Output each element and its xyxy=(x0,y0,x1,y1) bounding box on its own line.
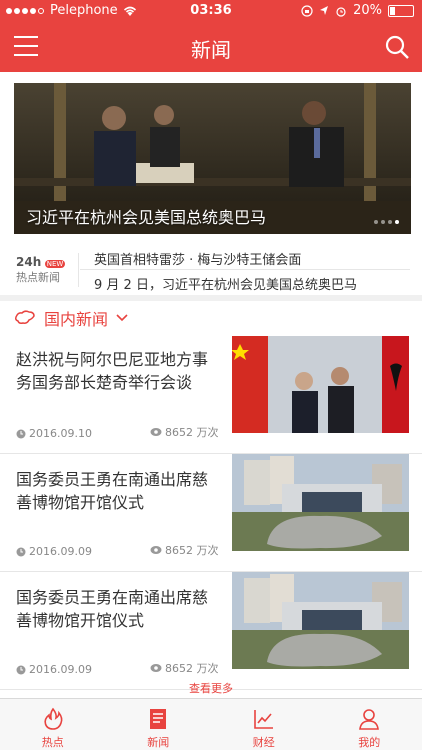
location-icon xyxy=(320,5,329,15)
news-date-text: 2016.09.09 xyxy=(29,663,92,676)
divider xyxy=(80,269,410,270)
carousel-indicator xyxy=(374,220,399,224)
hot-news-badge: 24h NEW 热点新闻 xyxy=(16,255,66,285)
carousel-dot xyxy=(388,220,392,224)
battery-percent: 20% xyxy=(353,3,382,18)
section-gap xyxy=(0,295,422,301)
tab-finance[interactable]: 财经 xyxy=(211,699,317,750)
alarm-icon xyxy=(336,6,346,17)
hero-carousel[interactable]: 习近平在杭州会见美国总统奥巴马 xyxy=(14,83,411,234)
clock-icon xyxy=(16,665,26,674)
flame-icon xyxy=(44,707,63,730)
news-date: 2016.09.10 xyxy=(16,427,92,440)
user-icon xyxy=(359,709,380,730)
news-views: 8652 万次 xyxy=(150,424,219,440)
hot-news-ticker[interactable]: 24h NEW 热点新闻 英国首相特雷莎 · 梅与沙特王储会面 9 月 2 日，… xyxy=(0,243,422,295)
eye-icon xyxy=(150,664,162,672)
tab-label: 财经 xyxy=(252,736,275,749)
see-more-link[interactable]: 查看更多 xyxy=(0,680,422,696)
page-title: 新闻 xyxy=(191,38,231,62)
china-map-icon xyxy=(15,310,35,324)
section-title: 国内新闻 xyxy=(44,310,109,329)
news-date-text: 2016.09.09 xyxy=(29,545,92,558)
document-icon xyxy=(150,709,167,729)
chart-icon xyxy=(253,710,273,729)
section-header[interactable]: 国内新闻 xyxy=(14,306,128,330)
status-right: 20% xyxy=(301,3,414,18)
news-date-text: 2016.09.10 xyxy=(29,427,92,440)
news-views: 8652 万次 xyxy=(150,542,219,558)
tab-hot[interactable]: 热点 xyxy=(0,699,106,750)
tab-profile[interactable]: 我的 xyxy=(317,699,422,750)
news-item[interactable]: 国务委员王勇在南通出席慈善博物馆开馆仪式 2016.09.09 8652 万次 xyxy=(0,572,422,690)
tab-news[interactable]: 新闻 xyxy=(106,699,212,750)
badge-label: 热点新闻 xyxy=(16,271,60,284)
ticker-item[interactable]: 英国首相特雷莎 · 梅与沙特王储会面 xyxy=(94,249,301,268)
news-title: 国务委员王勇在南通出席慈善博物馆开馆仪式 xyxy=(16,470,209,512)
lock-rotation-icon xyxy=(301,4,313,17)
clock-icon xyxy=(16,429,26,438)
news-views-text: 8652 万次 xyxy=(165,662,219,675)
ticker-item[interactable]: 9 月 2 日，习近平在杭州会见美国总统奥巴马 xyxy=(94,274,357,293)
news-thumbnail xyxy=(232,572,409,669)
nav-bar: 新闻 xyxy=(0,22,422,72)
battery-icon xyxy=(388,4,414,17)
tab-label: 我的 xyxy=(358,736,381,749)
search-icon[interactable] xyxy=(384,34,410,60)
news-title: 赵洪祝与阿尔巴尼亚地方事务国务部长楚奇举行会谈 xyxy=(16,350,209,392)
news-item[interactable]: 国务委员王勇在南通出席慈善博物馆开馆仪式 2016.09.09 8652 万次 xyxy=(0,454,422,572)
clock-icon xyxy=(16,547,26,556)
news-title: 国务委员王勇在南通出席慈善博物馆开馆仪式 xyxy=(16,588,209,630)
news-thumbnail xyxy=(232,336,409,433)
chevron-down-icon[interactable] xyxy=(116,314,128,322)
status-bar: Pelephone 03:36 20% xyxy=(0,0,422,22)
tab-label: 热点 xyxy=(41,736,64,749)
hero-caption: 习近平在杭州会见美国总统奥巴马 xyxy=(26,208,267,227)
badge-24h: 24h xyxy=(16,255,42,269)
news-views: 8652 万次 xyxy=(150,660,219,676)
news-item[interactable]: 赵洪祝与阿尔巴尼亚地方事务国务部长楚奇举行会谈 2016.09.10 8652 … xyxy=(0,336,422,454)
news-thumbnail xyxy=(232,454,409,551)
tab-bar: 热点 新闻 财经 我的 xyxy=(0,698,422,750)
news-date: 2016.09.09 xyxy=(16,545,92,558)
news-views-text: 8652 万次 xyxy=(165,426,219,439)
divider xyxy=(78,253,79,287)
new-badge: NEW xyxy=(44,260,66,268)
carousel-dot xyxy=(374,220,378,224)
tab-label: 新闻 xyxy=(147,736,170,749)
carousel-dot xyxy=(381,220,385,224)
eye-icon xyxy=(150,546,162,554)
news-views-text: 8652 万次 xyxy=(165,544,219,557)
carousel-dot-active xyxy=(395,220,399,224)
eye-icon xyxy=(150,428,162,436)
news-date: 2016.09.09 xyxy=(16,663,92,676)
